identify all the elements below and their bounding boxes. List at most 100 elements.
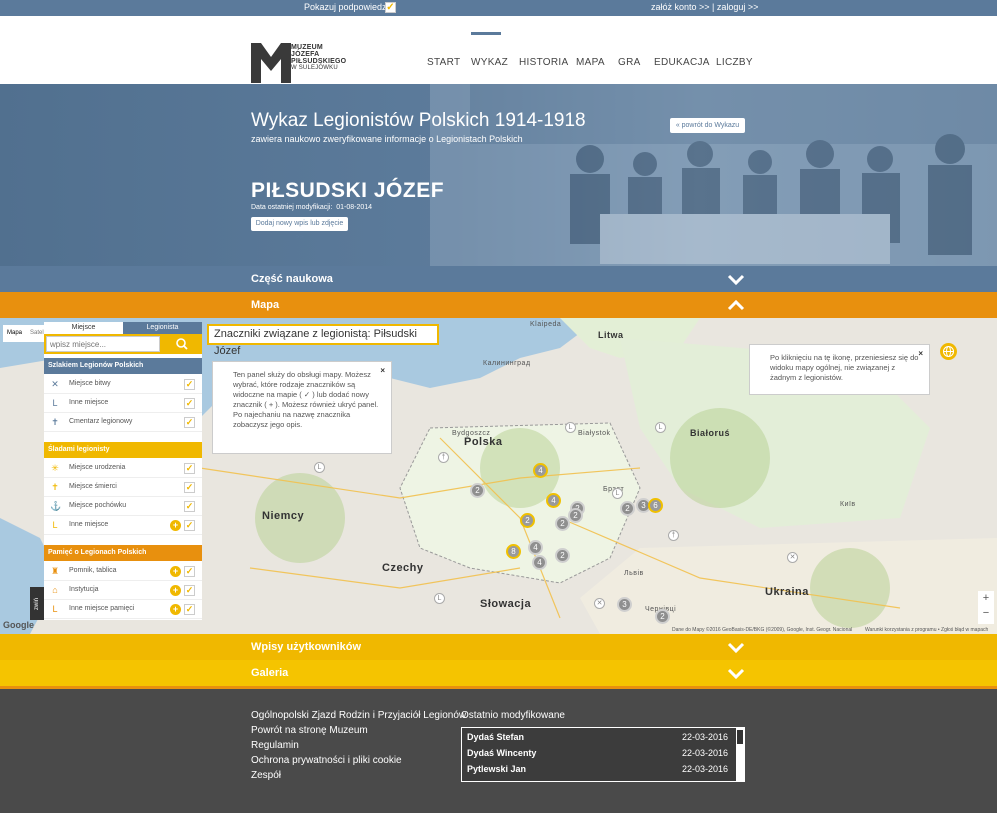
nav-mapa[interactable]: MAPA — [576, 57, 605, 68]
filter-checkbox[interactable]: ✓ — [184, 501, 195, 512]
filter-checkbox[interactable]: ✓ — [184, 566, 195, 577]
collapse-panel-button[interactable]: zwiń — [30, 587, 44, 620]
filter-checkbox[interactable]: ✓ — [184, 520, 195, 531]
marker-cluster[interactable]: 4 — [532, 555, 547, 570]
map-marker[interactable]: ✕ — [787, 552, 798, 563]
filter-checkbox[interactable]: ✓ — [184, 463, 195, 474]
recent-title: Ostatnio modyfikowane — [461, 710, 565, 721]
marker-cluster[interactable]: 3 — [617, 597, 632, 612]
nav-start[interactable]: START — [427, 57, 460, 68]
nav-gra[interactable]: GRA — [618, 57, 641, 68]
nav-historia[interactable]: HISTORIA — [519, 57, 568, 68]
filter-group-title: Pamięć o Legionach Polskich — [44, 545, 202, 561]
map-terms-link[interactable]: Warunki korzystania z programu • Zgłoś b… — [865, 627, 988, 633]
map-marker[interactable]: † — [438, 452, 449, 463]
scrollbar-thumb[interactable] — [737, 730, 743, 744]
recent-entry-name: Dydaś Wincenty — [467, 748, 537, 758]
filter-checkbox[interactable]: ✓ — [184, 379, 195, 390]
account-links[interactable]: załóż konto >> | zaloguj >> — [651, 2, 758, 12]
filter-label: Inne miejsce — [69, 521, 109, 528]
section-gallery[interactable]: Galeria — [0, 660, 997, 686]
filter-checkbox[interactable]: ✓ — [184, 585, 195, 596]
marker-cluster[interactable]: 4 — [546, 493, 561, 508]
filter-row[interactable]: ✳ Miejsce urodzenia ✓ — [44, 459, 202, 478]
filter-row[interactable]: ♜ Pomnik, tablica + ✓ — [44, 562, 202, 581]
marker-cluster[interactable]: 2 — [520, 513, 535, 528]
add-entry-button[interactable]: Dodaj nowy wpis lub zdjęcie >> — [251, 217, 348, 241]
nav-edukacja[interactable]: EDUKACJA — [654, 57, 710, 68]
search-button[interactable] — [162, 334, 202, 354]
footer-link[interactable]: Zespół — [251, 770, 281, 781]
footer-link[interactable]: Regulamin — [251, 740, 299, 751]
add-marker-icon[interactable]: + — [170, 520, 181, 531]
footer-link[interactable]: Powrót na stronę Muzeum — [251, 725, 368, 736]
recent-entry[interactable]: Dydaś Wincenty 22-03-2016 — [467, 748, 732, 762]
legion-l-icon: L — [52, 604, 58, 614]
map-marker[interactable]: L — [434, 593, 445, 604]
footer-link[interactable]: Ogólnopolski Zjazd Rodzin i Przyjaciół L… — [251, 710, 466, 721]
filter-label: Inne miejsce — [69, 399, 109, 406]
marker-cluster[interactable]: 4 — [533, 463, 548, 478]
filter-row[interactable]: ✝ Miejsce śmierci ✓ — [44, 478, 202, 497]
filter-label: Miejsce urodzenia — [69, 464, 126, 471]
footer-link[interactable]: Ochrona prywatności i pliki cookie — [251, 755, 402, 766]
filter-row[interactable]: L Inne miejsce ✓ — [44, 394, 202, 413]
filter-row[interactable]: L Inne miejsce pamięci + ✓ — [44, 600, 202, 619]
person-name: PIŁSUDSKI JÓZEF — [251, 179, 445, 202]
map-marker[interactable]: ✕ — [594, 598, 605, 609]
marker-cluster[interactable]: 8 — [506, 544, 521, 559]
filter-checkbox[interactable]: ✓ — [184, 604, 195, 615]
recent-entry[interactable]: Dydaś Stefan 22-03-2016 — [467, 732, 732, 746]
burial-icon: ⚓ — [50, 501, 62, 511]
map-label-kaliningrad: Калининград — [483, 360, 531, 367]
section-user-entries[interactable]: Wpisy użytkowników — [0, 634, 997, 660]
filter-checkbox[interactable]: ✓ — [184, 417, 195, 428]
filter-row[interactable]: L Inne miejsce + ✓ — [44, 516, 202, 535]
museum-logo[interactable] — [251, 43, 291, 83]
filter-row[interactable]: ⚓ Miejsce pochówku ✓ — [44, 497, 202, 516]
globe-icon[interactable] — [940, 343, 957, 360]
map-marker[interactable]: L — [655, 422, 666, 433]
recent-entry-name: Pytlewski Jan — [467, 764, 527, 774]
place-search-input[interactable] — [46, 336, 160, 352]
add-marker-icon[interactable]: + — [170, 604, 181, 615]
close-icon[interactable]: × — [918, 349, 923, 359]
scrollbar[interactable] — [736, 728, 744, 781]
map-marker[interactable]: L — [314, 462, 325, 473]
filter-row[interactable]: ✕ Miejsce bitwy ✓ — [44, 375, 202, 394]
map-marker[interactable]: † — [668, 530, 679, 541]
zoom-in-button[interactable]: + — [978, 591, 994, 606]
tab-legionnaire[interactable]: Legionista — [123, 322, 202, 334]
map-type-map[interactable]: Mapa — [7, 330, 22, 336]
filter-row[interactable]: ⌂ Instytucja + ✓ — [44, 581, 202, 600]
map-label-kyiv: Київ — [840, 501, 856, 508]
nav-wykaz[interactable]: WYKAZ — [471, 57, 508, 68]
filter-group-title: Śladami legionisty — [44, 442, 202, 458]
marker-cluster[interactable]: 2 — [568, 508, 583, 523]
add-marker-icon[interactable]: + — [170, 585, 181, 596]
map-marker[interactable]: L — [565, 422, 576, 433]
recent-entry[interactable]: Pytlewski Jan 22-03-2016 — [467, 764, 732, 778]
section-scientific-label: Część naukowa — [251, 273, 333, 285]
map-marker[interactable]: L — [612, 488, 623, 499]
filter-label: Miejsce śmierci — [69, 483, 117, 490]
marker-cluster[interactable]: 2 — [655, 609, 670, 624]
marker-cluster[interactable]: 2 — [470, 483, 485, 498]
marker-cluster[interactable]: 2 — [555, 548, 570, 563]
zoom-out-button[interactable]: − — [978, 606, 994, 621]
nav-liczby[interactable]: LICZBY — [716, 57, 753, 68]
section-scientific[interactable]: Część naukowa — [0, 266, 997, 292]
close-icon[interactable]: × — [380, 366, 385, 376]
back-to-list-button[interactable]: « powrót do Wykazu — [670, 118, 745, 133]
filter-checkbox[interactable]: ✓ — [184, 482, 195, 493]
add-marker-icon[interactable]: + — [170, 566, 181, 577]
section-map[interactable]: Mapa — [0, 292, 997, 318]
marker-cluster[interactable]: 6 — [648, 498, 663, 513]
marker-cluster[interactable]: 4 — [528, 540, 543, 555]
hints-checkbox[interactable]: ✓ — [385, 2, 396, 13]
filter-checkbox[interactable]: ✓ — [184, 398, 195, 409]
tab-place[interactable]: Miejsce — [44, 322, 123, 334]
search-icon — [176, 338, 188, 350]
filter-row[interactable]: ✝ Cmentarz legionowy ✓ — [44, 413, 202, 432]
marker-cluster[interactable]: 2 — [620, 501, 635, 516]
